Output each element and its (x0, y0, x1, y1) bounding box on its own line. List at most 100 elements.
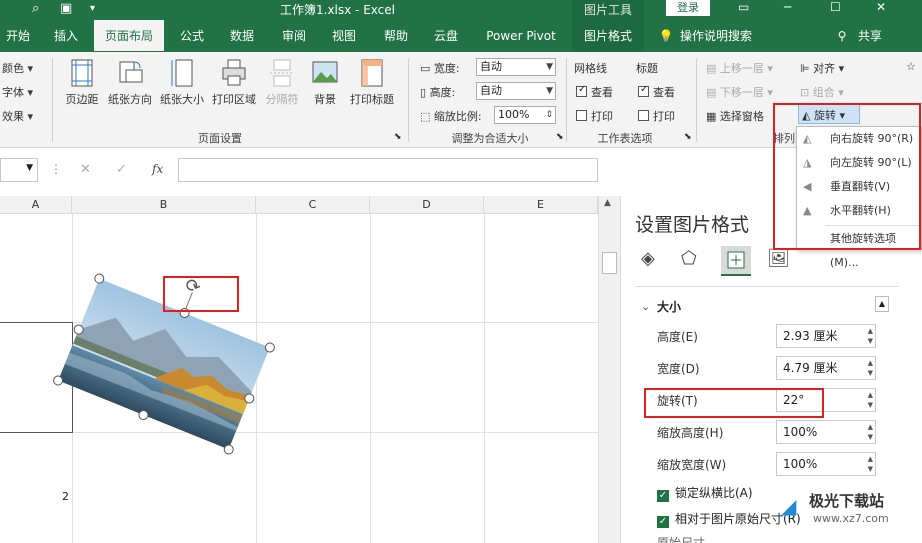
background-button[interactable]: 背景 (306, 58, 344, 107)
scale-height-select[interactable]: 自动 ▼ (476, 82, 556, 100)
more-rotation-options-item[interactable]: 其他旋转选项(M)... (797, 227, 922, 269)
lock-aspect-checkbox[interactable]: ✓ 锁定纵横比(A) (657, 484, 753, 502)
selected-picture[interactable]: ⟳ (51, 272, 277, 456)
spinner-icon[interactable]: ▲ ▼ (868, 454, 873, 474)
tab-formulas[interactable]: 公式 (170, 20, 214, 52)
save-icon[interactable]: ▣ (60, 1, 72, 16)
tab-review[interactable]: 审阅 (272, 20, 316, 52)
align-button[interactable]: ⊫ 对齐 ▾ (800, 60, 844, 76)
group-objects-button[interactable]: ⊡ 组合 ▾ (800, 84, 844, 100)
rotation-handle-icon[interactable]: ⟳ (182, 274, 204, 299)
headings-print-checkbox[interactable]: 打印 (638, 108, 675, 124)
fill-line-icon[interactable]: ◈ (641, 248, 655, 269)
print-titles-button[interactable]: 打印标题 (346, 58, 398, 107)
maximize-button[interactable]: ☐ (830, 0, 841, 14)
login-button[interactable]: 登录 (666, 0, 710, 16)
margins-button[interactable]: 页边距 (60, 58, 104, 107)
cancel-icon[interactable]: ✕ (80, 162, 91, 177)
column-header[interactable]: D (370, 196, 484, 214)
pin-icon[interactable]: ☆ (906, 60, 916, 73)
size-properties-tab[interactable] (721, 246, 751, 276)
effects-icon[interactable]: ⬠ (681, 248, 697, 269)
orientation-button[interactable]: 纸张方向 (104, 58, 156, 107)
worksheet-grid[interactable]: 1 2 ⟳ (0, 214, 598, 543)
checkbox-checked-icon: ✓ (657, 516, 669, 528)
page-setup-launcher-icon[interactable]: ⬊ (394, 132, 402, 142)
scroll-thumb[interactable] (602, 252, 617, 274)
spinner-icon[interactable]: ▲ ▼ (868, 390, 873, 410)
formula-input[interactable] (178, 158, 598, 182)
tab-home[interactable]: 开始 (0, 20, 36, 52)
rotate-left-90-item[interactable]: ◮ 向左旋转 90°(L) (797, 151, 922, 175)
window-title: 工作簿1.xlsx - Excel (280, 3, 395, 17)
tab-power-pivot[interactable]: Power Pivot (478, 20, 564, 52)
print-area-button[interactable]: 打印区域 (208, 58, 260, 107)
flip-vertical-icon: ◀ (803, 180, 812, 193)
ribbon-display-icon[interactable]: ▭ (738, 0, 749, 14)
rotate-dropdown-menu: ◭ 向右旋转 90°(R) ◮ 向左旋转 90°(L) ◀ 垂直翻转(V) ▲ … (796, 126, 922, 269)
checkbox-checked (638, 84, 649, 97)
picture-icon[interactable]: 🖼 (767, 248, 790, 269)
width-label: ▭ 宽度: (420, 62, 460, 75)
tab-view[interactable]: 视图 (322, 20, 366, 52)
tab-page-layout[interactable]: 页面布局 (94, 20, 164, 54)
scale-width-select[interactable]: 自动 ▼ (476, 58, 556, 76)
pane-scroll-up-icon[interactable]: ▲ (875, 296, 889, 312)
scroll-up-icon[interactable]: ▲ (604, 198, 611, 208)
customize-quick-access-icon[interactable]: ▾ (90, 3, 95, 14)
tab-cloud[interactable]: 云盘 (424, 20, 468, 52)
column-headers: A B C D E (0, 196, 598, 214)
scale-launcher-icon[interactable]: ⬊ (556, 132, 564, 142)
column-header[interactable]: B (72, 196, 256, 214)
send-backward-button[interactable]: ▤ 下移一层 ▾ (706, 84, 773, 100)
theme-colors-button[interactable]: 颜色 ▾ (2, 60, 33, 76)
size-button[interactable]: 纸张大小 (156, 58, 208, 107)
name-box[interactable]: ▼ (0, 158, 38, 182)
scale-width-input[interactable]: 100% ▲ ▼ (776, 452, 876, 476)
height-input[interactable]: 2.93 厘米 ▲ ▼ (776, 324, 876, 348)
share-button[interactable]: 共享 (852, 20, 888, 52)
selection-pane-button[interactable]: ▦ 选择窗格 (706, 108, 764, 124)
tab-data[interactable]: 数据 (220, 20, 264, 52)
tell-me-search[interactable]: 操作说明搜索 (680, 20, 780, 52)
tab-picture-format[interactable]: 图片格式 (572, 20, 644, 52)
close-button[interactable]: ✕ (876, 0, 886, 14)
gridlines-view-checkbox[interactable]: 查看 (576, 84, 613, 100)
search-icon[interactable]: ⌕ (32, 1, 39, 16)
gridlines-print-checkbox[interactable]: 打印 (576, 108, 613, 124)
theme-fonts-button[interactable]: 字体 ▾ (2, 84, 33, 100)
column-header[interactable]: C (256, 196, 370, 214)
minimize-button[interactable]: ─ (784, 0, 791, 14)
width-input[interactable]: 4.79 厘米 ▲ ▼ (776, 356, 876, 380)
rotate-button[interactable]: ◭ 旋转 ▾ (798, 104, 860, 124)
tab-insert[interactable]: 插入 (44, 20, 88, 52)
column-header[interactable]: E (484, 196, 598, 214)
tab-help[interactable]: 帮助 (374, 20, 418, 52)
spinner-icon[interactable]: ▲ ▼ (868, 422, 873, 442)
sheet-options-launcher-icon[interactable]: ⬊ (684, 132, 692, 142)
resize-handle[interactable] (222, 442, 236, 456)
watermark-icon: ◢ (781, 494, 797, 518)
relative-original-checkbox[interactable]: ✓ 相对于图片原始尺寸(R) (657, 510, 801, 528)
rotate-right-90-item[interactable]: ◭ 向右旋转 90°(R) (797, 127, 922, 151)
checkbox-unchecked (638, 110, 649, 121)
theme-effects-button[interactable]: 效果 ▾ (2, 108, 33, 124)
insert-function-icon[interactable]: fx (152, 162, 163, 176)
breaks-button[interactable]: 分隔符 (262, 58, 302, 107)
vertical-scrollbar[interactable]: ▲ (598, 196, 620, 543)
column-header[interactable]: A (0, 196, 72, 214)
rotation-input[interactable]: 22° ▲ ▼ (776, 388, 876, 412)
spinner-icon[interactable]: ▲ ▼ (868, 326, 873, 346)
enter-icon[interactable]: ✓ (116, 162, 127, 177)
scale-percent-input[interactable]: 100% ⇕ (494, 106, 556, 124)
size-section-header[interactable]: 大小 (657, 298, 681, 315)
orientation-icon (119, 61, 143, 83)
collapse-chevron-icon[interactable]: ⌄ (641, 300, 650, 313)
flip-vertical-item[interactable]: ◀ 垂直翻转(V) (797, 175, 922, 199)
rotate-right-icon: ◭ (803, 132, 812, 145)
scale-height-input[interactable]: 100% ▲ ▼ (776, 420, 876, 444)
flip-horizontal-item[interactable]: ▲ 水平翻转(H) (797, 199, 922, 223)
bring-forward-button[interactable]: ▤ 上移一层 ▾ (706, 60, 773, 76)
headings-view-checkbox[interactable]: 查看 (638, 84, 675, 100)
spinner-icon[interactable]: ▲ ▼ (868, 358, 873, 378)
